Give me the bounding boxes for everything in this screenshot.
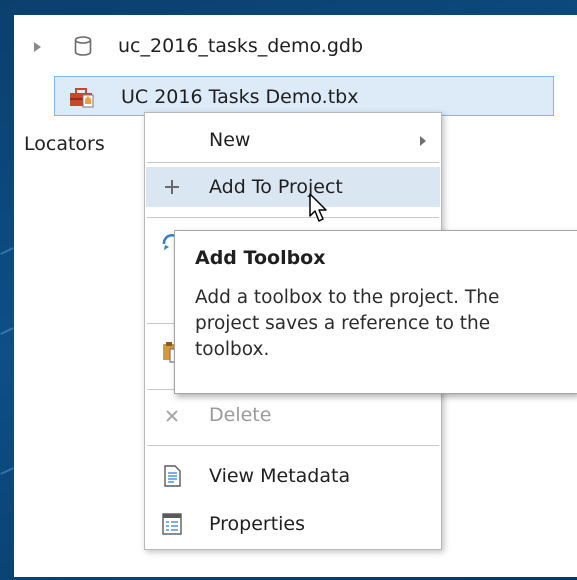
menu-item-view-metadata-label: View Metadata — [209, 465, 351, 487]
menu-item-view-metadata[interactable]: View Metadata — [146, 456, 440, 496]
metadata-document-icon — [164, 465, 181, 487]
toolbox-icon — [70, 88, 94, 108]
background-streak — [0, 467, 14, 475]
menu-item-properties-label: Properties — [209, 513, 306, 535]
tooltip: Add Toolbox Add a toolbox to the project… — [174, 230, 577, 394]
menu-item-properties[interactable]: Properties — [146, 504, 440, 544]
mouse-pointer-icon — [309, 193, 327, 222]
properties-icon — [162, 513, 182, 535]
menu-item-delete[interactable]: Delete — [146, 395, 440, 435]
menu-item-new-label: New — [209, 129, 251, 151]
database-icon — [74, 36, 92, 56]
background-streak — [0, 247, 14, 255]
menu-separator — [147, 162, 439, 163]
menu-separator — [147, 445, 439, 446]
expand-arrow-icon[interactable] — [34, 42, 41, 52]
tree-item-locators[interactable]: Locators — [24, 133, 105, 155]
tree-item-toolbox[interactable]: UC 2016 Tasks Demo.tbx — [54, 76, 554, 116]
tooltip-title: Add Toolbox — [195, 247, 326, 269]
menu-item-delete-label: Delete — [209, 404, 272, 426]
background-streak — [0, 327, 14, 335]
tree-item-gdb-label[interactable]: uc_2016_tasks_demo.gdb — [118, 35, 363, 57]
menu-item-new[interactable]: New — [146, 120, 440, 160]
submenu-arrow-icon — [420, 136, 426, 146]
tree-item-toolbox-label: UC 2016 Tasks Demo.tbx — [121, 86, 359, 108]
menu-separator — [147, 217, 439, 218]
delete-x-icon — [166, 410, 178, 422]
menu-item-add-to-project[interactable]: Add To Project — [146, 167, 440, 207]
plus-icon — [165, 180, 179, 194]
tooltip-body: Add a toolbox to the project. The projec… — [195, 287, 500, 360]
